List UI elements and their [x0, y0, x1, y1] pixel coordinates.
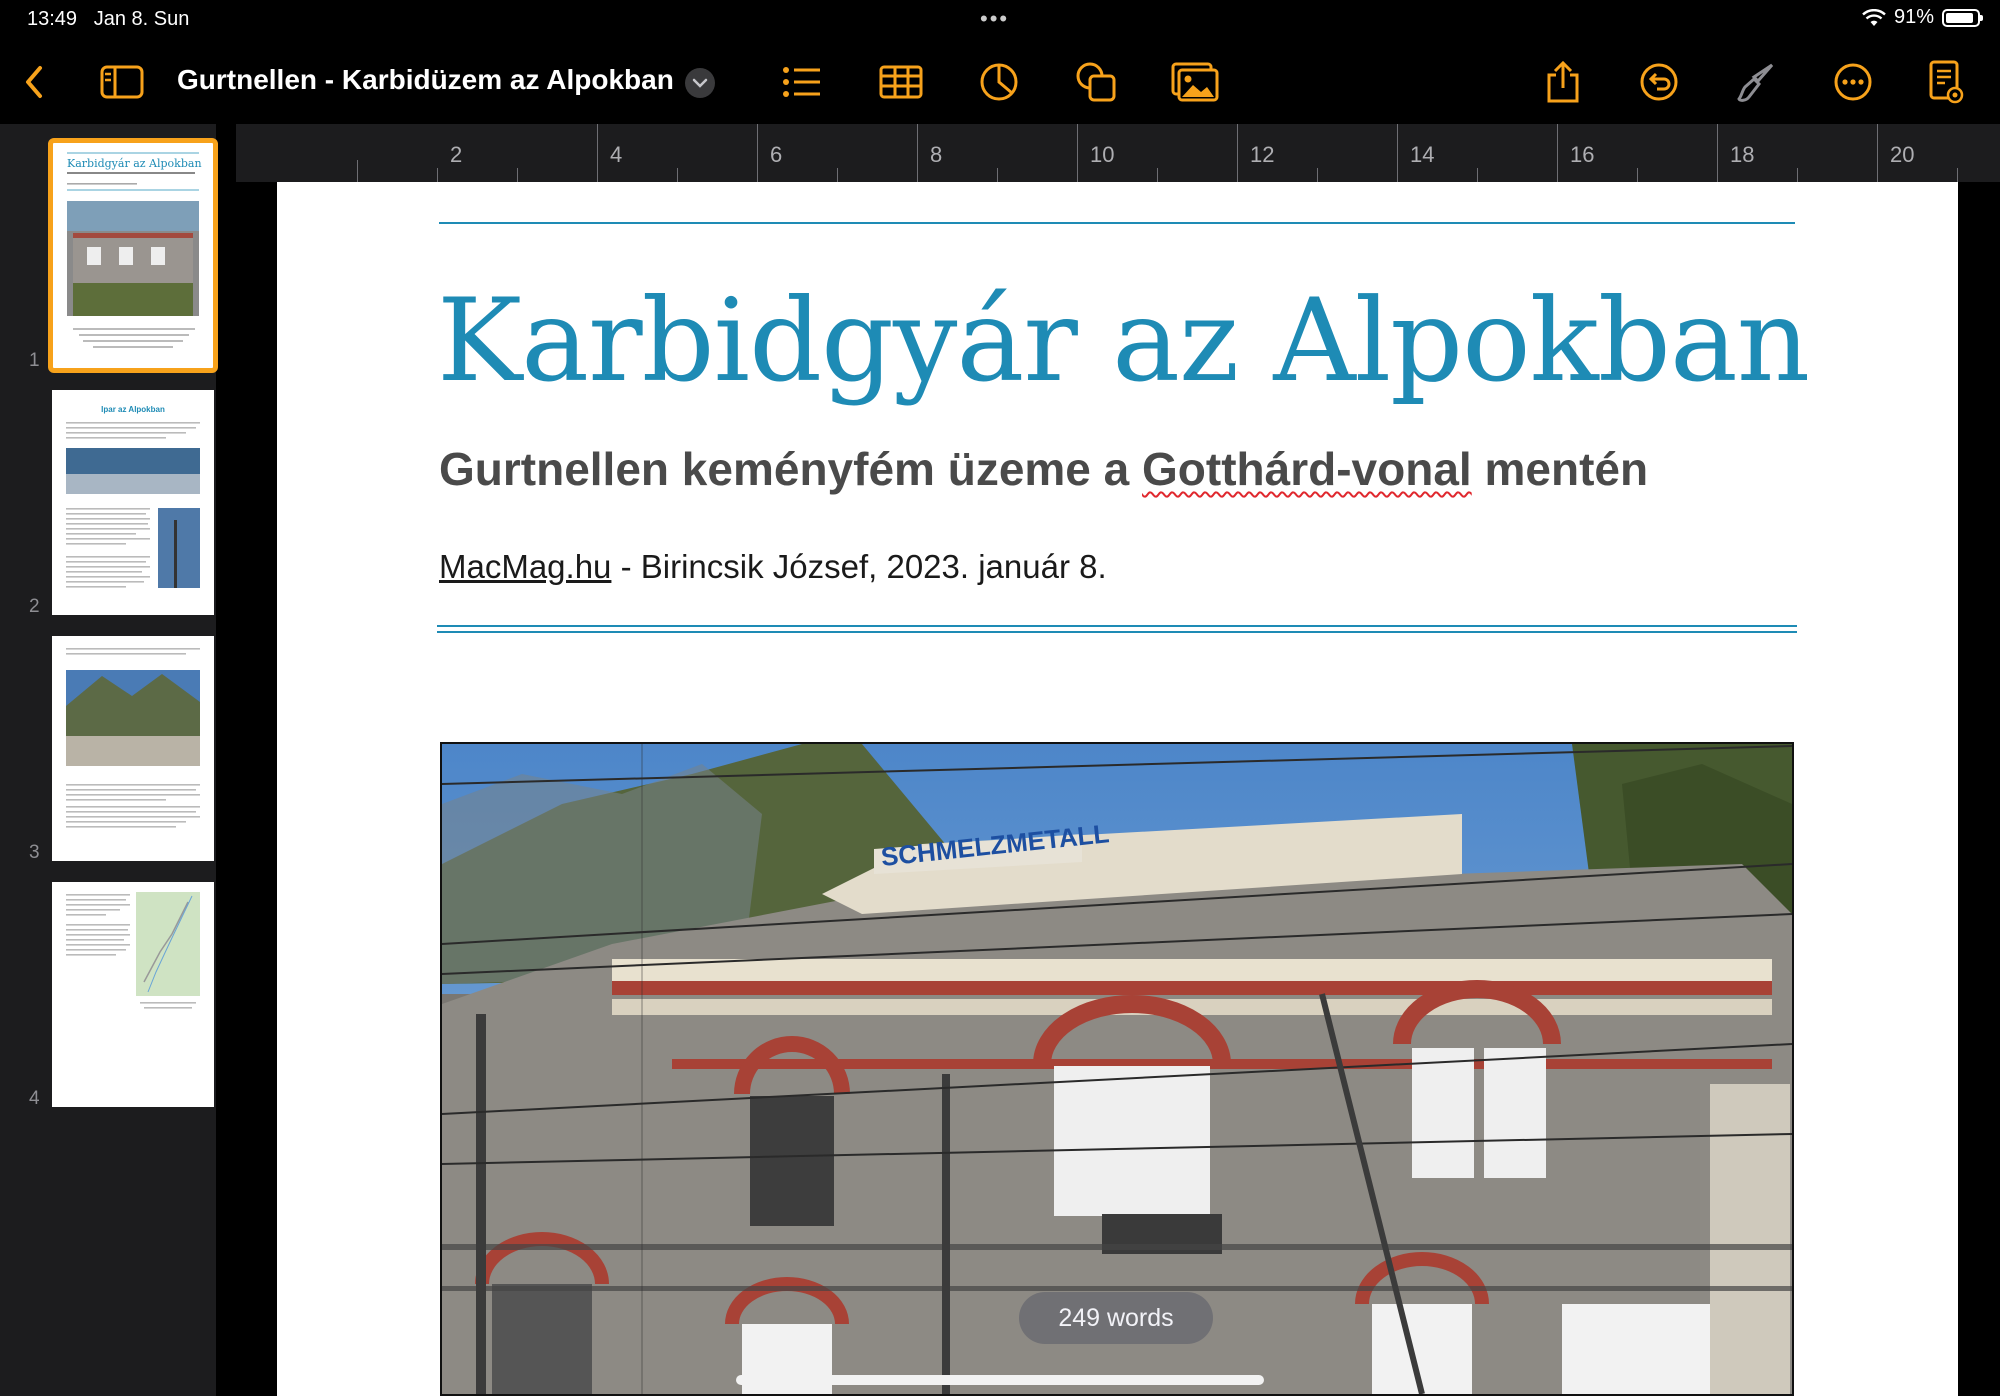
document-subtitle[interactable]: Gurtnellen keményfém üzeme a Gotthárd-vo… [439, 442, 1648, 496]
title-menu-button[interactable] [685, 68, 715, 98]
page-thumbnail-3[interactable] [52, 636, 214, 861]
page-number-2: 2 [29, 596, 40, 617]
share-button[interactable] [1539, 58, 1587, 106]
document-page[interactable]: Karbidgyár az Alpokban Gurtnellen kemény… [277, 182, 1958, 1396]
back-button[interactable] [10, 58, 58, 106]
document-title[interactable]: Gurtnellen - Karbidüzem az Alpokban [177, 64, 674, 96]
status-bar: 13:49 Jan 8. Sun ••• 91% [0, 0, 2000, 40]
undo-icon [1640, 63, 1678, 101]
battery-icon [1942, 8, 1983, 27]
status-time: 13:49 Jan 8. Sun [27, 8, 190, 30]
page-thumbnails-sidebar: Karbidgyár az Alpokban 1 Ipar az Alpokba… [0, 124, 218, 1396]
page-number-4: 4 [29, 1088, 40, 1109]
ruler-label: 2 [450, 142, 463, 167]
page-number-1: 1 [29, 350, 40, 371]
page-thumbnail-1[interactable]: Karbidgyár az Alpokban [48, 138, 218, 373]
ruler-label: 16 [1570, 142, 1595, 167]
document-byline[interactable]: MacMag.hu - Birincsik József, 2023. janu… [439, 548, 1107, 586]
shapes-icon [1076, 62, 1116, 102]
wifi-icon [1862, 8, 1886, 26]
format-button[interactable] [1732, 58, 1780, 106]
ruler-label: 18 [1730, 142, 1755, 167]
ruler[interactable]: 2 4 6 8 10 12 14 16 18 20 [236, 124, 2000, 182]
chevron-left-icon [26, 66, 42, 98]
ruler-label: 12 [1250, 142, 1275, 167]
thumb-1-title: Karbidgyár az Alpokban [67, 157, 202, 170]
sidebar-toggle-button[interactable] [98, 58, 146, 106]
document-icon [1929, 60, 1964, 104]
page-thumbnail-2[interactable]: Ipar az Alpokban [52, 390, 214, 615]
ruler-label: 8 [930, 142, 943, 167]
list-icon [783, 67, 820, 97]
battery-percent: 91% [1893, 6, 1934, 28]
ruler-label: 10 [1090, 142, 1115, 167]
spelling-flagged-word[interactable]: Gotthárd-vonal [1142, 443, 1472, 495]
multitasking-dots[interactable]: ••• [980, 6, 1009, 32]
status-right: 91% [1862, 6, 1983, 29]
ruler-label: 20 [1890, 142, 1915, 167]
paintbrush-icon [1737, 63, 1774, 102]
share-icon [1547, 61, 1579, 103]
chevron-down-icon [692, 78, 708, 88]
toolbar: Gurtnellen - Karbidüzem az Alpokban [0, 40, 2000, 124]
word-count-pill[interactable]: 249 words [1019, 1292, 1213, 1344]
document-heading[interactable]: Karbidgyár az Alpokban [437, 274, 1810, 407]
table-button[interactable] [877, 58, 925, 106]
undo-button[interactable] [1635, 58, 1683, 106]
page-thumbnail-4[interactable] [52, 882, 214, 1107]
ruler-label: 4 [610, 142, 623, 167]
more-button[interactable] [1829, 58, 1877, 106]
top-rule [439, 222, 1795, 224]
bottom-rule-2 [437, 631, 1797, 633]
byline-link[interactable]: MacMag.hu [439, 548, 611, 585]
chart-button[interactable] [975, 58, 1023, 106]
shapes-button[interactable] [1072, 58, 1120, 106]
home-indicator[interactable] [736, 1375, 1264, 1385]
media-icon [1171, 62, 1219, 102]
list-button[interactable] [778, 58, 826, 106]
bottom-rule [437, 625, 1797, 627]
document-options-button[interactable] [1922, 58, 1970, 106]
ruler-label: 6 [770, 142, 783, 167]
ruler-label: 14 [1410, 142, 1435, 167]
more-icon [1834, 63, 1872, 101]
page-number-3: 3 [29, 842, 40, 863]
table-icon [879, 65, 923, 99]
chart-icon [980, 63, 1018, 101]
media-button[interactable] [1171, 58, 1219, 106]
thumb-2-title: Ipar az Alpokban [101, 405, 165, 414]
sidebar-icon [100, 65, 144, 99]
